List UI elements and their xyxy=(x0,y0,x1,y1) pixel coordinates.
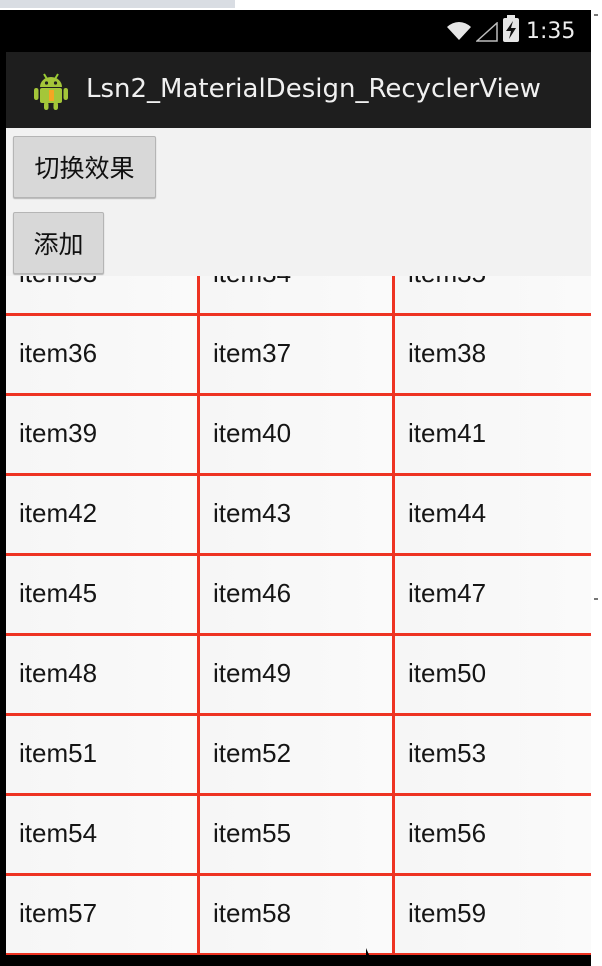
item-label: item46 xyxy=(213,578,292,608)
app-title: Lsn2_MaterialDesign_RecyclerView xyxy=(86,74,541,104)
list-item[interactable]: item46 xyxy=(200,556,395,636)
item-label: item49 xyxy=(213,658,292,688)
list-item[interactable]: item54 xyxy=(6,796,200,876)
mouse-cursor-icon xyxy=(366,948,374,966)
list-item[interactable]: item42 xyxy=(6,476,200,556)
item-label: item52 xyxy=(213,738,292,768)
item-label: item58 xyxy=(213,898,292,928)
item-label: item36 xyxy=(19,338,98,368)
item-label: item37 xyxy=(213,338,292,368)
grid-row: item42 item43 item44 xyxy=(6,476,591,556)
list-item[interactable]: item55 xyxy=(200,796,395,876)
list-item[interactable]: item52 xyxy=(200,716,395,796)
item-label: item48 xyxy=(19,658,98,688)
list-item[interactable]: item56 xyxy=(395,796,591,876)
list-item[interactable]: item37 xyxy=(200,316,395,396)
grid-row: item45 item46 item47 xyxy=(6,556,591,636)
item-label: item54 xyxy=(19,818,98,848)
grid-row: item54 item55 item56 xyxy=(6,796,591,876)
list-item[interactable]: item33 xyxy=(6,276,200,316)
item-label: item33 xyxy=(19,276,97,289)
item-label: item43 xyxy=(213,498,292,528)
grid-row: item36 item37 item38 xyxy=(6,316,591,396)
item-label: item50 xyxy=(408,658,487,688)
item-label: item41 xyxy=(408,418,487,448)
list-item[interactable]: item57 xyxy=(6,876,200,955)
item-label: item39 xyxy=(19,418,98,448)
list-item[interactable]: item41 xyxy=(395,396,591,476)
list-item[interactable]: item40 xyxy=(200,396,395,476)
item-label: item45 xyxy=(19,578,98,608)
grid-row: item57 item58 item59 xyxy=(6,876,591,955)
item-label: item55 xyxy=(213,818,292,848)
item-label: item56 xyxy=(408,818,487,848)
grid-row: item48 item49 item50 xyxy=(6,636,591,716)
item-label: item40 xyxy=(213,418,292,448)
window-bottom-edge xyxy=(6,955,591,966)
item-label: item44 xyxy=(408,498,487,528)
list-item[interactable]: item36 xyxy=(6,316,200,396)
grid-row: item51 item52 item53 xyxy=(6,716,591,796)
list-item[interactable]: item49 xyxy=(200,636,395,716)
gutter-dot xyxy=(594,598,598,600)
list-item[interactable]: item48 xyxy=(6,636,200,716)
add-button[interactable]: 添加 xyxy=(13,212,104,274)
list-item[interactable]: item43 xyxy=(200,476,395,556)
item-label: item51 xyxy=(19,738,98,768)
grid-row: item39 item40 item41 xyxy=(6,396,591,476)
action-bar: Lsn2_MaterialDesign_RecyclerView xyxy=(6,52,591,128)
gutter-dot xyxy=(594,14,598,16)
switch-effect-button[interactable]: 切换效果 xyxy=(13,136,156,198)
list-item[interactable]: item45 xyxy=(6,556,200,636)
device-screen: 1:35 Lsn2_MaterialDesign_RecyclerView 切换… xyxy=(6,10,591,955)
item-grid: item33 item34 item35 item36 item37 item3… xyxy=(6,276,591,955)
list-item[interactable]: item34 xyxy=(200,276,395,316)
list-item[interactable]: item38 xyxy=(395,316,591,396)
item-label: item53 xyxy=(408,738,487,768)
battery-charging-icon xyxy=(503,15,519,42)
grid-row: item33 item34 item35 xyxy=(6,276,591,316)
list-item[interactable]: item59 xyxy=(395,876,591,955)
item-label: item38 xyxy=(408,338,487,368)
item-label: item42 xyxy=(19,498,98,528)
status-clock: 1:35 xyxy=(526,19,576,44)
wifi-icon xyxy=(447,22,471,40)
signal-icon xyxy=(476,22,498,42)
list-item[interactable]: item35 xyxy=(395,276,591,316)
list-item[interactable]: item39 xyxy=(6,396,200,476)
list-item[interactable]: item53 xyxy=(395,716,591,796)
item-label: item47 xyxy=(408,578,487,608)
desktop-top-strip xyxy=(0,0,602,10)
window-right-gutter xyxy=(591,10,602,966)
desktop-tab-hint xyxy=(0,0,235,8)
item-label: item35 xyxy=(408,276,486,289)
item-label: item57 xyxy=(19,898,98,928)
list-item[interactable]: item47 xyxy=(395,556,591,636)
list-item[interactable]: item44 xyxy=(395,476,591,556)
recycler-view[interactable]: item33 item34 item35 item36 item37 item3… xyxy=(6,276,591,955)
list-item[interactable]: item58 xyxy=(200,876,395,955)
item-label: item34 xyxy=(213,276,291,289)
list-item[interactable]: item51 xyxy=(6,716,200,796)
list-item[interactable]: item50 xyxy=(395,636,591,716)
status-bar: 1:35 xyxy=(6,10,591,52)
item-label: item59 xyxy=(408,898,487,928)
android-icon[interactable] xyxy=(30,70,72,112)
